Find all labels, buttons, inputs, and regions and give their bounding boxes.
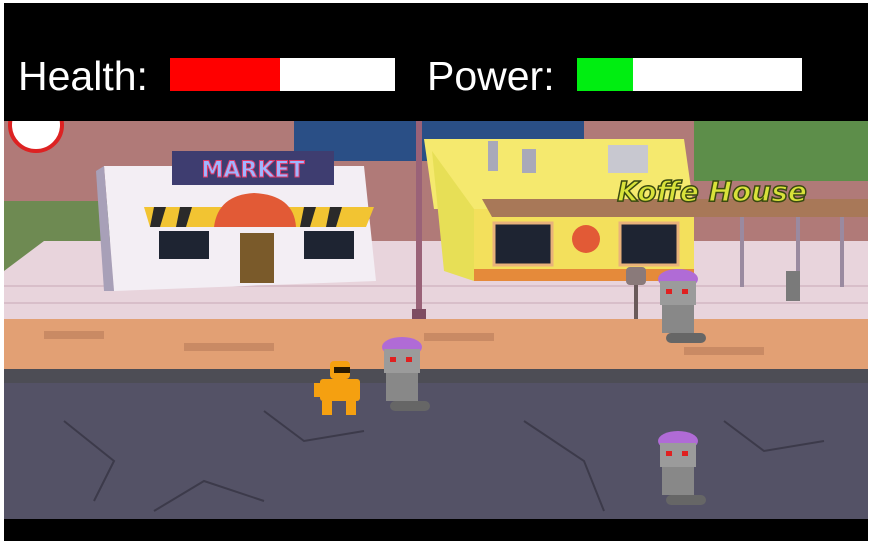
scene-canvas: MARKET Koffe House [4, 121, 868, 519]
game-frame: Health: Power: MARKET Koffe House [4, 3, 868, 541]
bottom-strip [4, 519, 868, 541]
power-bar [577, 58, 802, 91]
health-bar-fill [170, 58, 281, 91]
game-scene[interactable]: MARKET Koffe House [4, 121, 868, 519]
hud-bar: Health: Power: [4, 3, 868, 121]
road [4, 383, 868, 519]
power-label: Power: [427, 53, 555, 99]
trash-bin [786, 271, 800, 301]
back-lawn [694, 121, 868, 181]
curb-edge [4, 369, 868, 383]
market-sign: MARKET [202, 158, 305, 183]
power-bar-fill [577, 58, 634, 91]
health-bar [170, 58, 395, 91]
cafe-sign: Koffe House [617, 175, 807, 208]
market-building: MARKET [96, 151, 376, 291]
curb-strip [4, 319, 868, 371]
health-label: Health: [18, 53, 148, 99]
